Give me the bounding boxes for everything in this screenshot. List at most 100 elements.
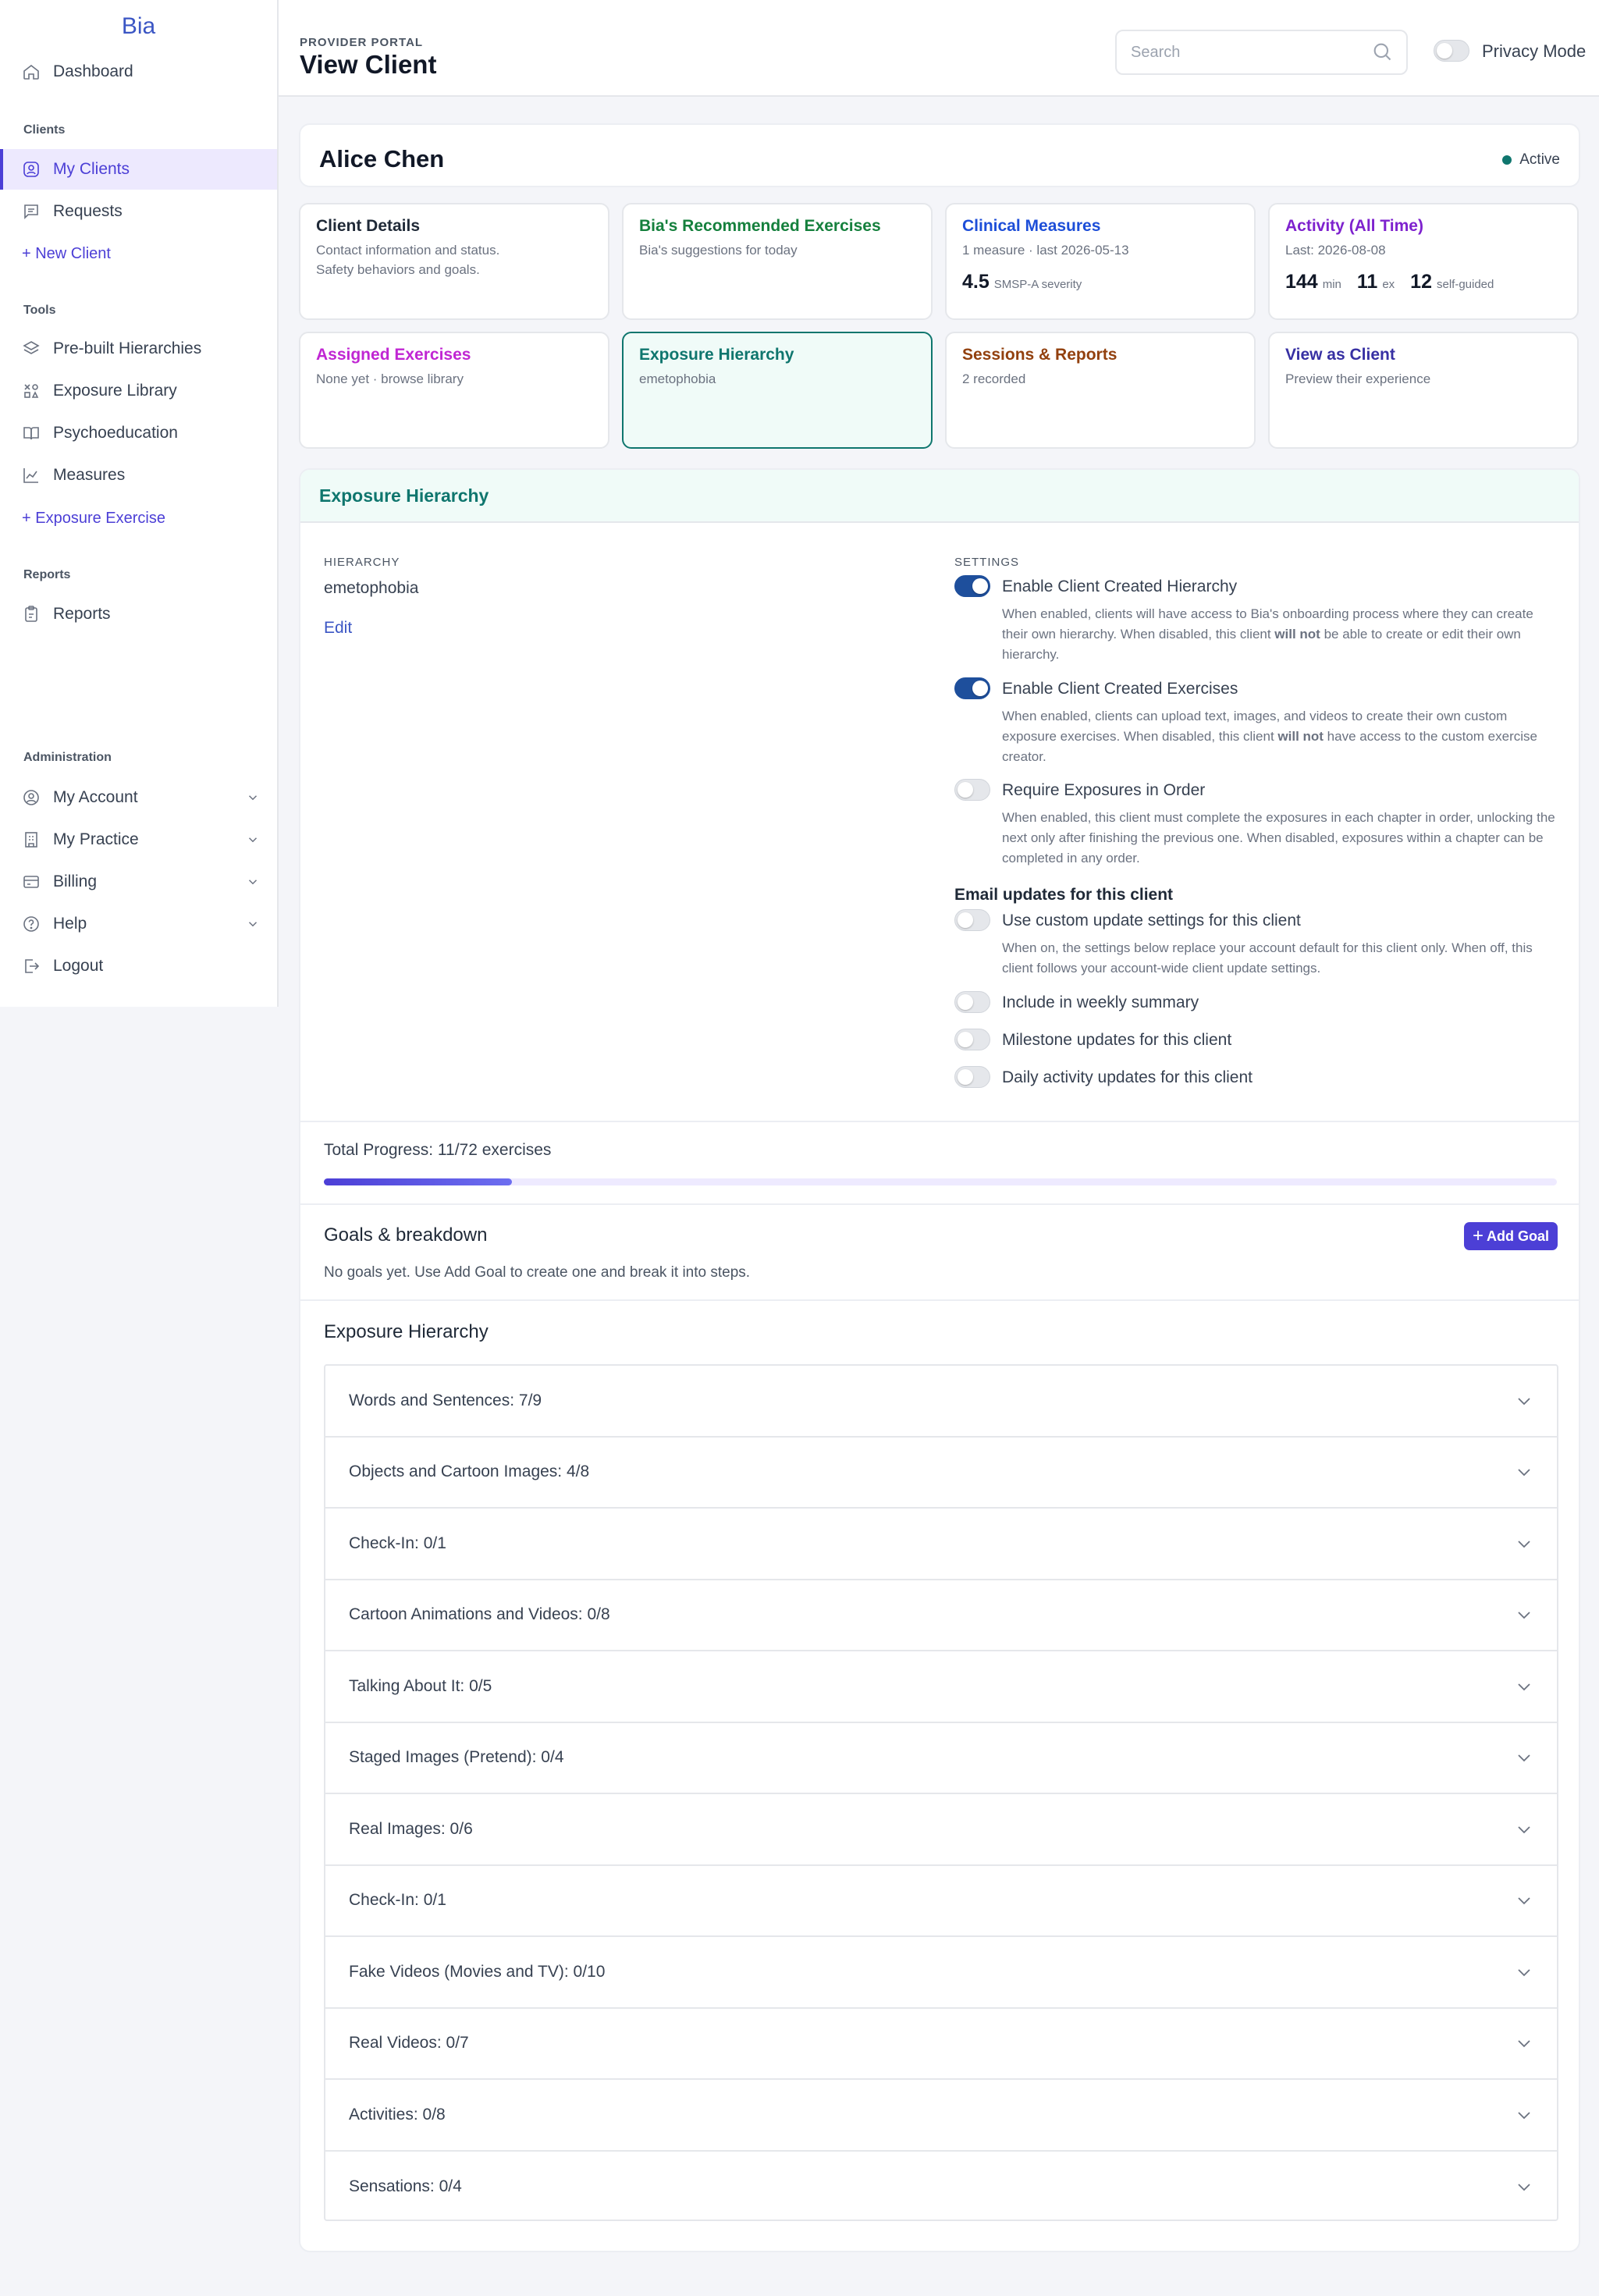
sidebar-item-help[interactable]: Help — [0, 904, 277, 944]
chevron-down-icon[interactable] — [246, 791, 260, 805]
chevron-down-icon[interactable] — [246, 833, 260, 847]
chapter-row[interactable]: Words and Sentences: 7/9 — [325, 1366, 1557, 1438]
settings-label: SETTINGS — [954, 556, 1020, 569]
tile-subtitle: 1 measure · last 2026-05-13 — [962, 243, 1129, 258]
search-input[interactable] — [1115, 30, 1408, 75]
sidebar-item-label: Help — [53, 915, 87, 933]
tile-exposure-hierarchy[interactable]: Exposure Hierarchy emetophobia — [622, 332, 933, 449]
tile-title: Client Details — [316, 217, 421, 235]
chapter-row[interactable]: Real Videos: 0/7 — [325, 2009, 1557, 2080]
chapter-label: Talking About It: 0/5 — [349, 1676, 492, 1695]
stat-value: 11 — [1356, 271, 1378, 293]
add-goal-button[interactable]: + Add Goal — [1464, 1222, 1558, 1250]
sidebar-item-requests[interactable]: Requests — [0, 191, 277, 232]
sidebar-item-exposure-library[interactable]: Exposure Library — [0, 371, 277, 411]
setting-title: Milestone updates for this client — [1002, 1031, 1232, 1049]
goals-empty-text: No goals yet. Use Add Goal to create one… — [324, 1264, 751, 1281]
chapter-label: Words and Sentences: 7/9 — [349, 1391, 542, 1409]
toggle-client-created-hierarchy[interactable] — [954, 575, 990, 597]
chevron-down-icon[interactable] — [246, 875, 260, 889]
sidebar-item-reports[interactable]: Reports — [0, 594, 277, 634]
building-icon — [22, 830, 41, 849]
section-label-clients: Clients — [23, 123, 66, 137]
tile-activity[interactable]: Activity (All Time) Last: 2026-08-08 144… — [1268, 203, 1579, 320]
chapter-row[interactable]: Activities: 0/8 — [325, 2080, 1557, 2152]
chapter-row[interactable]: Objects and Cartoon Images: 4/8 — [325, 1438, 1557, 1509]
sidebar-item-prebuilt-hierarchies[interactable]: Pre-built Hierarchies — [0, 329, 277, 369]
chapter-label: Objects and Cartoon Images: 4/8 — [349, 1463, 590, 1481]
chevron-down-icon[interactable] — [1515, 1677, 1533, 1696]
chapter-row[interactable]: Real Images: 0/6 — [325, 1794, 1557, 1866]
chapter-row[interactable]: Talking About It: 0/5 — [325, 1651, 1557, 1723]
sidebar-item-label: My Clients — [53, 160, 130, 178]
tile-client-details[interactable]: Client Details Contact information and s… — [299, 203, 609, 320]
setting-description: When enabled, this client must complete … — [1002, 810, 1555, 865]
toggle-require-exposures-in-order[interactable] — [954, 779, 990, 801]
tile-title: Bia's Recommended Exercises — [639, 217, 881, 235]
setting-title: Enable Client Created Exercises — [1002, 680, 1238, 698]
setting-description: When enabled, clients will have access t… — [1002, 604, 1556, 665]
tile-recommended-exercises[interactable]: Bia's Recommended Exercises Bia's sugges… — [622, 203, 933, 320]
top-bar: PROVIDER PORTAL View Client Privacy Mode — [279, 0, 1599, 97]
progress-bar — [324, 1178, 1557, 1185]
chapter-label: Fake Videos (Movies and TV): 0/10 — [349, 1962, 606, 1981]
sidebar-item-label: My Practice — [53, 830, 139, 848]
tile-view-as-client[interactable]: View as Client Preview their experience — [1268, 332, 1579, 449]
setting-title: Daily activity updates for this client — [1002, 1068, 1253, 1086]
sidebar-item-logout[interactable]: Logout — [0, 946, 277, 986]
sidebar-item-psychoeducation[interactable]: Psychoeducation — [0, 413, 277, 453]
tile-subtitle-line: Contact information and status. — [316, 243, 500, 258]
tile-clinical-measures[interactable]: Clinical Measures 1 measure · last 2026-… — [945, 203, 1256, 320]
new-exposure-exercise-link[interactable]: + Exposure Exercise — [0, 498, 277, 538]
chevron-down-icon[interactable] — [1515, 2177, 1533, 2196]
chevron-down-icon[interactable] — [1515, 1963, 1533, 1981]
toggle-milestone-updates[interactable] — [954, 1029, 990, 1050]
chapter-row[interactable]: Check-In: 0/1 — [325, 1866, 1557, 1937]
sidebar-item-label: Exposure Library — [53, 382, 177, 400]
sidebar-item-my-account[interactable]: My Account — [0, 777, 277, 818]
chevron-down-icon[interactable] — [1515, 2106, 1533, 2124]
stat-value: 4.5 — [962, 271, 990, 293]
sidebar-item-my-clients[interactable]: My Clients — [0, 149, 277, 190]
chevron-down-icon[interactable] — [246, 917, 260, 931]
sidebar-item-measures[interactable]: Measures — [0, 455, 277, 496]
toggle-custom-update-settings[interactable] — [954, 909, 990, 931]
toggle-daily-activity-updates[interactable] — [954, 1066, 990, 1088]
chapter-row[interactable]: Staged Images (Pretend): 0/4 — [325, 1723, 1557, 1794]
chevron-down-icon[interactable] — [1515, 1820, 1533, 1839]
search-icon[interactable] — [1371, 41, 1393, 62]
chevron-down-icon[interactable] — [1515, 1391, 1533, 1410]
credit-card-icon — [22, 873, 41, 891]
chevron-down-icon[interactable] — [1515, 1463, 1533, 1481]
sidebar-item-my-practice[interactable]: My Practice — [0, 819, 277, 860]
toggle-weekly-summary[interactable] — [954, 991, 990, 1013]
chevron-down-icon[interactable] — [1515, 1891, 1533, 1910]
exposure-hierarchy-section: Exposure Hierarchy HIERARCHY emetophobia… — [299, 468, 1580, 2252]
tile-assigned-exercises[interactable]: Assigned Exercises None yet · browse lib… — [299, 332, 609, 449]
sidebar-item-dashboard[interactable]: Dashboard — [0, 52, 277, 92]
email-updates-heading: Email updates for this client — [954, 886, 1174, 904]
brand-logo[interactable]: Bia — [0, 0, 277, 53]
privacy-mode-toggle[interactable] — [1434, 40, 1469, 62]
chapter-row[interactable]: Check-In: 0/1 — [325, 1509, 1557, 1580]
chapter-row[interactable]: Fake Videos (Movies and TV): 0/10 — [325, 1937, 1557, 2009]
chapter-row[interactable]: Cartoon Animations and Videos: 0/8 — [325, 1580, 1557, 1651]
edit-hierarchy-link[interactable]: Edit — [324, 619, 352, 638]
new-client-link[interactable]: + New Client — [0, 233, 277, 274]
sidebar-item-billing[interactable]: Billing — [0, 862, 277, 902]
chapter-row[interactable]: Sensations: 0/4 — [325, 2152, 1557, 2223]
tile-title: Exposure Hierarchy — [639, 346, 794, 364]
line-chart-icon — [22, 466, 41, 485]
chevron-down-icon[interactable] — [1515, 2034, 1533, 2053]
chevron-down-icon[interactable] — [1515, 1534, 1533, 1553]
chevron-down-icon[interactable] — [1515, 1605, 1533, 1624]
add-goal-label: Add Goal — [1487, 1228, 1549, 1244]
status-text: Active — [1519, 151, 1560, 168]
chevron-down-icon[interactable] — [1515, 1748, 1533, 1767]
toggle-client-created-exercises[interactable] — [954, 677, 990, 699]
message-icon — [22, 202, 41, 221]
tile-sessions-reports[interactable]: Sessions & Reports 2 recorded — [945, 332, 1256, 449]
setting-description: When on, the settings below replace your… — [1002, 940, 1533, 976]
setting-title: Use custom update settings for this clie… — [1002, 912, 1301, 929]
chapter-label: Cartoon Animations and Videos: 0/8 — [349, 1605, 610, 1624]
